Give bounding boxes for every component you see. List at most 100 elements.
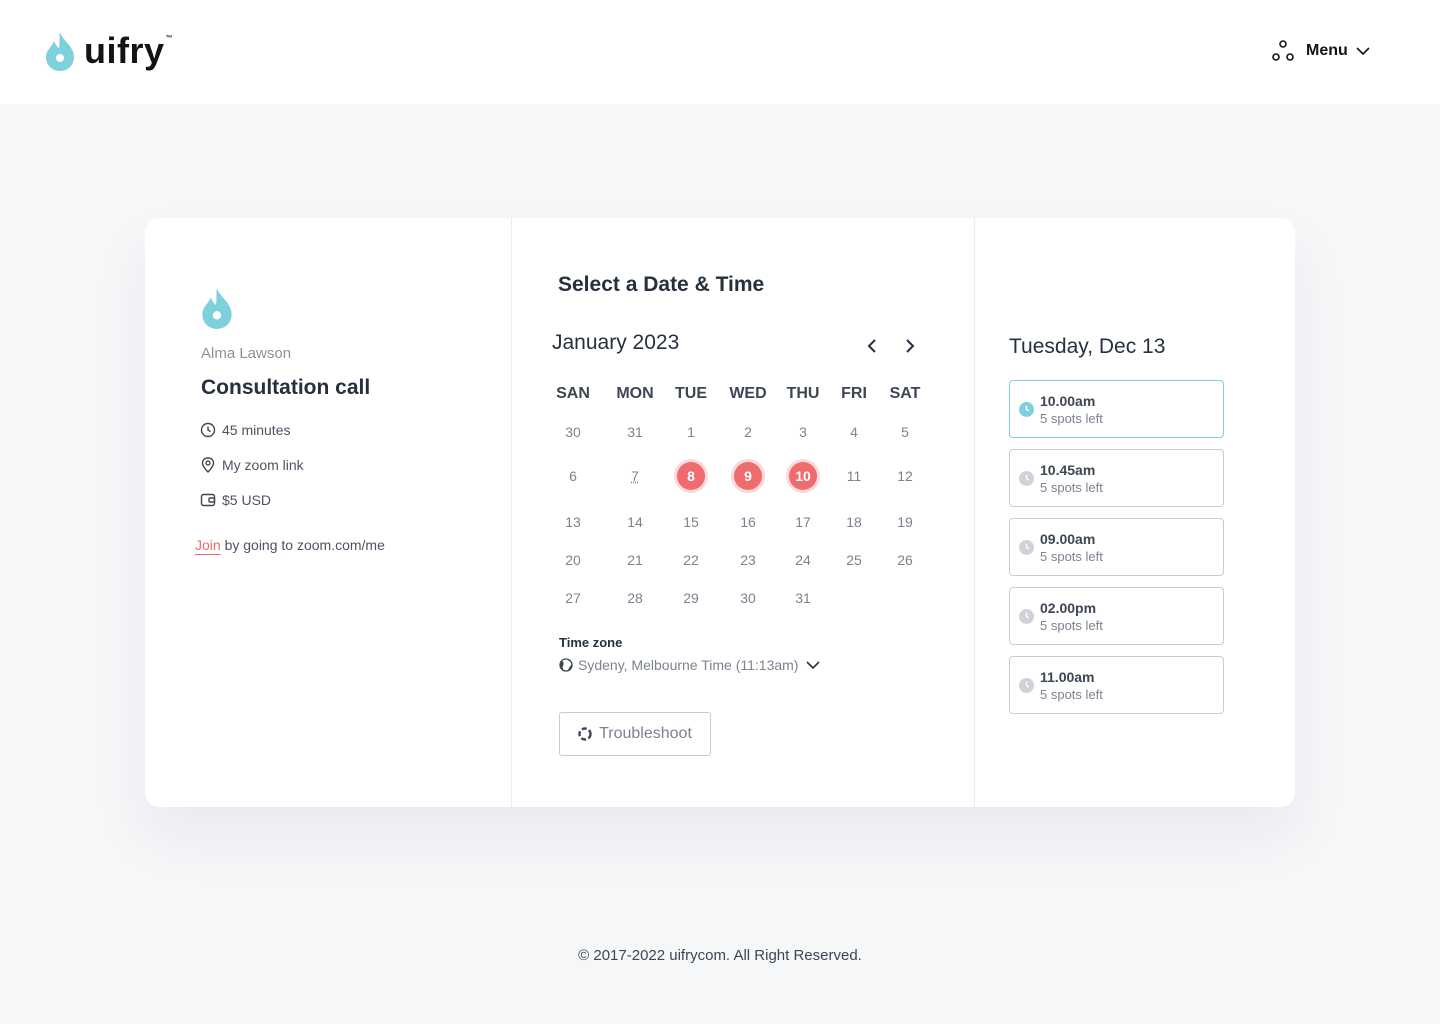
calendar-day: 18: [846, 514, 862, 530]
join-text: by going to zoom.com/me: [224, 537, 385, 553]
host-name: Alma Lawson: [201, 345, 292, 362]
clock-icon: [1019, 540, 1034, 555]
calendar-day: 3: [799, 424, 807, 440]
price-row: $5 USD: [200, 492, 271, 508]
host-avatar-flame-icon: [202, 288, 232, 329]
globe-icon: [559, 658, 573, 672]
chevron-left-icon: [867, 339, 876, 353]
calendar-day: 5: [901, 424, 909, 440]
calendar-day: 28: [627, 590, 643, 606]
calendar-day: 24: [795, 552, 811, 568]
clock-icon: [200, 422, 216, 438]
calendar-day: 7: [631, 468, 639, 484]
slot-spots-left: 5 spots left: [1040, 549, 1103, 564]
timezone-label: Time zone: [559, 635, 623, 650]
previous-month-button[interactable]: [862, 336, 882, 356]
location-text: My zoom link: [222, 457, 304, 473]
slot-spots-left: 5 spots left: [1040, 411, 1103, 426]
join-instructions: Join by going to zoom.com/me: [195, 537, 385, 553]
calendar-day: 2: [744, 424, 752, 440]
time-slot[interactable]: 10.45am 5 spots left: [1009, 449, 1224, 507]
calendar-day-available[interactable]: 9: [734, 462, 762, 490]
logo[interactable]: uifry™: [44, 30, 173, 72]
menu-dots-icon: [1272, 40, 1294, 61]
booking-card: Alma Lawson Consultation call 45 minutes…: [145, 218, 1295, 807]
calendar-day: 13: [565, 514, 581, 530]
weekday-label: SAN: [556, 385, 590, 402]
calendar-day: 25: [846, 552, 862, 568]
logo-text: uifry: [84, 30, 165, 71]
calendar-day: 30: [565, 424, 581, 440]
time-slot[interactable]: 09.00am 5 spots left: [1009, 518, 1224, 576]
location-row: My zoom link: [200, 457, 304, 473]
menu-label: Menu: [1306, 42, 1348, 59]
top-bar: uifry™ Menu: [0, 0, 1440, 104]
calendar-day-available[interactable]: 8: [677, 462, 705, 490]
join-link[interactable]: Join: [195, 537, 221, 553]
calendar-day: 29: [683, 590, 699, 606]
next-month-button[interactable]: [900, 336, 920, 356]
trademark-symbol: ™: [165, 35, 174, 42]
slot-time: 10.45am: [1040, 462, 1096, 478]
troubleshoot-button[interactable]: Troubleshoot: [559, 712, 711, 756]
clock-icon: [1019, 471, 1034, 486]
calendar-day: 17: [795, 514, 811, 530]
calendar-day: 15: [683, 514, 699, 530]
chevron-down-icon: [1356, 47, 1370, 56]
calendar-day: 22: [683, 552, 699, 568]
calendar-day: 14: [627, 514, 643, 530]
duration-text: 45 minutes: [222, 422, 291, 438]
calendar-day: 1: [687, 424, 695, 440]
calendar-day: 21: [627, 552, 643, 568]
clock-icon: [1019, 678, 1034, 693]
calendar-day: 12: [897, 468, 913, 484]
time-slot[interactable]: 11.00am 5 spots left: [1009, 656, 1224, 714]
calendar-day: 31: [627, 424, 643, 440]
chevron-right-icon: [906, 339, 915, 353]
selected-day-heading: Tuesday, Dec 13: [1009, 335, 1166, 358]
clock-icon: [1019, 402, 1034, 417]
time-slot[interactable]: 02.00pm 5 spots left: [1009, 587, 1224, 645]
calendar-day: 11: [846, 468, 862, 484]
chevron-down-icon: [806, 661, 821, 670]
price-text: $5 USD: [222, 492, 272, 508]
troubleshoot-icon: [578, 727, 592, 741]
slot-time: 02.00pm: [1040, 600, 1097, 616]
column-divider: [974, 218, 975, 807]
slot-time: 09.00am: [1040, 531, 1096, 547]
month-label: January 2023: [552, 331, 680, 354]
troubleshoot-label: Troubleshoot: [599, 725, 692, 742]
calendar-day: 16: [740, 514, 756, 530]
weekday-label: MON: [616, 385, 654, 402]
calendar-day: 20: [565, 552, 581, 568]
weekday-label: TUE: [675, 385, 707, 402]
slot-spots-left: 5 spots left: [1040, 687, 1103, 702]
weekday-label: WED: [729, 385, 767, 402]
timezone-select[interactable]: Sydeny, Melbourne Time (11:13am): [559, 657, 825, 673]
event-title: Consultation call: [201, 376, 371, 399]
slot-spots-left: 5 spots left: [1040, 618, 1103, 633]
clock-icon: [1019, 609, 1034, 624]
select-date-heading: Select a Date & Time: [558, 273, 765, 296]
flame-logo-icon: [46, 32, 74, 71]
location-pin-icon: [201, 457, 215, 473]
calendar-day: 30: [740, 590, 756, 606]
duration-row: 45 minutes: [200, 422, 290, 438]
calendar-day: 26: [897, 552, 913, 568]
menu-button[interactable]: Menu: [1272, 40, 1370, 62]
calendar-day: 31: [795, 590, 811, 606]
calendar-day: 19: [897, 514, 913, 530]
calendar-day: 23: [740, 552, 756, 568]
column-divider: [511, 218, 512, 807]
time-slot[interactable]: 10.00am 5 spots left: [1009, 380, 1224, 438]
calendar-day: 6: [569, 468, 577, 484]
slot-spots-left: 5 spots left: [1040, 480, 1103, 495]
slot-time: 10.00am: [1040, 393, 1096, 409]
weekday-label: SAT: [889, 385, 921, 402]
timezone-value: Sydeny, Melbourne Time (11:13am): [578, 657, 799, 673]
footer-copyright: © 2017-2022 uifrycom. All Right Reserved…: [578, 947, 862, 964]
calendar-day: 4: [850, 424, 858, 440]
calendar-day: 27: [565, 590, 581, 606]
calendar-day-available[interactable]: 10: [789, 462, 817, 490]
slot-time: 11.00am: [1040, 669, 1095, 685]
